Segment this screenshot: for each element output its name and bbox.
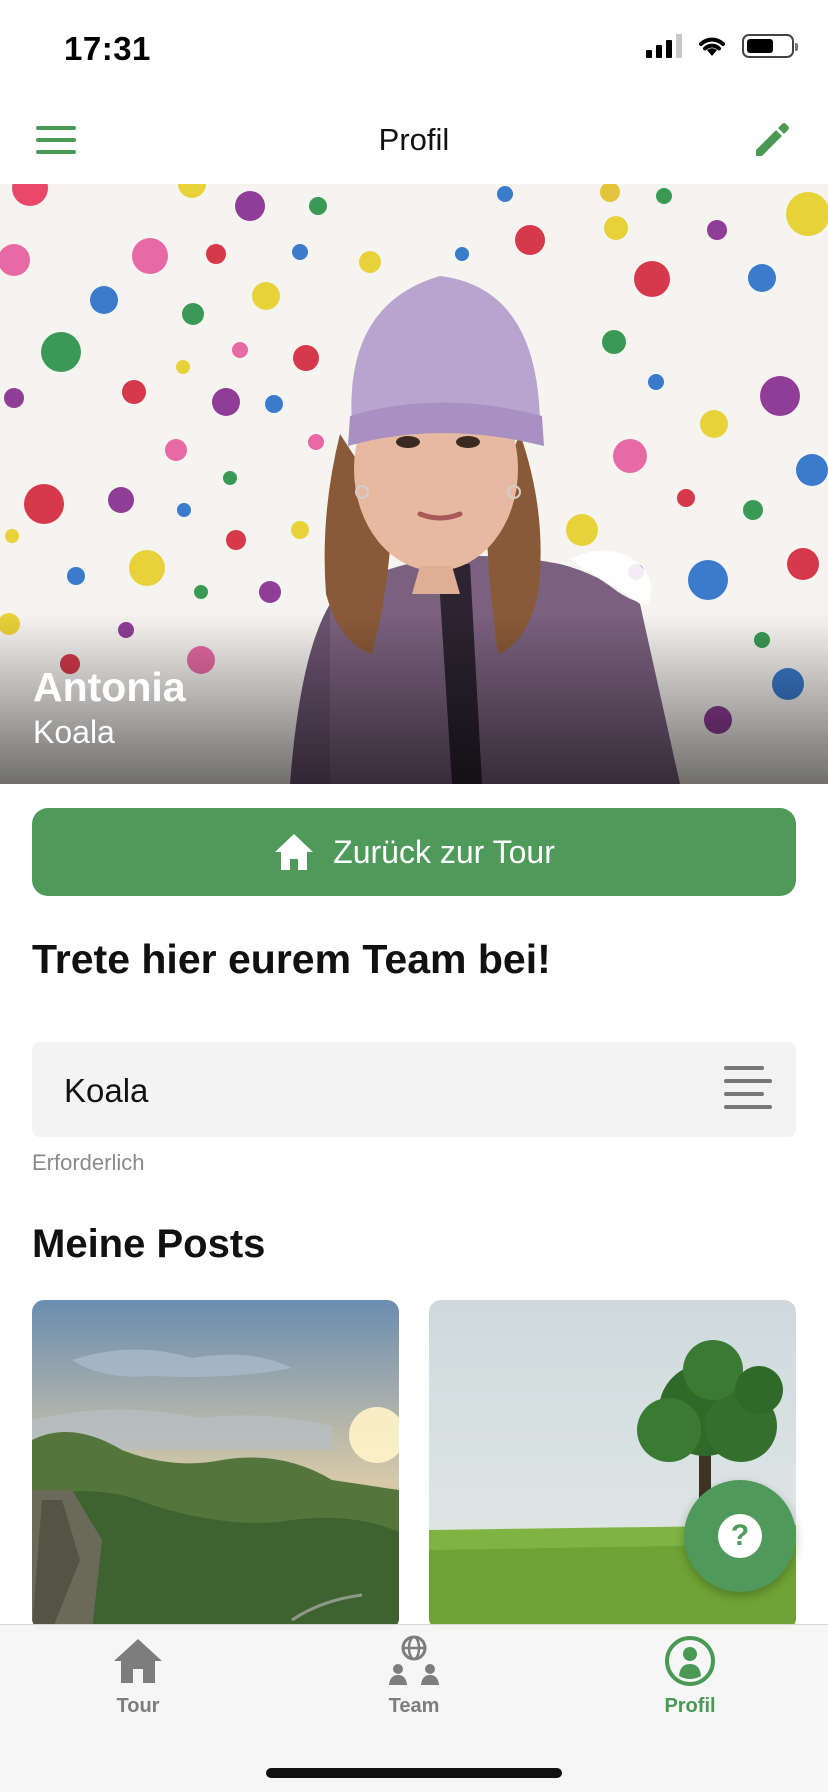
required-helper-text: Erforderlich bbox=[32, 1150, 145, 1175]
post-image-mountains bbox=[32, 1300, 399, 1630]
tab-bar: Tour Team Profil bbox=[0, 1624, 828, 1792]
team-select[interactable]: Koala bbox=[32, 1042, 796, 1137]
profile-team: Koala bbox=[33, 714, 115, 750]
back-to-tour-button[interactable]: Zurück zur Tour bbox=[32, 808, 796, 896]
battery-icon bbox=[742, 34, 798, 58]
team-globe-icon bbox=[389, 1635, 439, 1685]
team-select-value: Koala bbox=[64, 1072, 149, 1109]
profile-name: Antonia bbox=[33, 664, 186, 710]
home-indicator bbox=[266, 1768, 562, 1778]
my-posts-heading: Meine Posts bbox=[32, 1222, 266, 1266]
status-time: 17:31 bbox=[64, 30, 151, 67]
edit-pencil-icon[interactable] bbox=[750, 118, 794, 162]
post-card-1[interactable] bbox=[32, 1300, 399, 1630]
home-icon bbox=[114, 1639, 162, 1683]
status-bar: 17:31 bbox=[0, 0, 828, 96]
tab-team[interactable]: Team bbox=[314, 1635, 514, 1735]
profile-icon bbox=[665, 1636, 715, 1686]
help-icon: ? bbox=[718, 1514, 762, 1558]
help-button[interactable]: ? bbox=[684, 1480, 796, 1592]
status-icons bbox=[646, 34, 798, 58]
page-title: Profil bbox=[378, 122, 450, 157]
tab-team-label: Team bbox=[388, 1695, 440, 1717]
tab-profil-label: Profil bbox=[664, 1695, 716, 1717]
profile-hero: Antonia Koala bbox=[0, 184, 828, 784]
tab-tour[interactable]: Tour bbox=[38, 1635, 238, 1735]
tab-profil[interactable]: Profil bbox=[590, 1635, 790, 1735]
cellular-signal-icon bbox=[646, 34, 682, 58]
navigation-bar: Profil bbox=[0, 96, 828, 184]
list-icon bbox=[724, 1064, 772, 1110]
wifi-icon bbox=[699, 37, 725, 56]
back-to-tour-label: Zurück zur Tour bbox=[333, 833, 555, 870]
tab-tour-label: Tour bbox=[116, 1695, 160, 1717]
join-team-heading: Trete hier eurem Team bei! bbox=[32, 936, 551, 982]
home-icon bbox=[275, 834, 314, 870]
